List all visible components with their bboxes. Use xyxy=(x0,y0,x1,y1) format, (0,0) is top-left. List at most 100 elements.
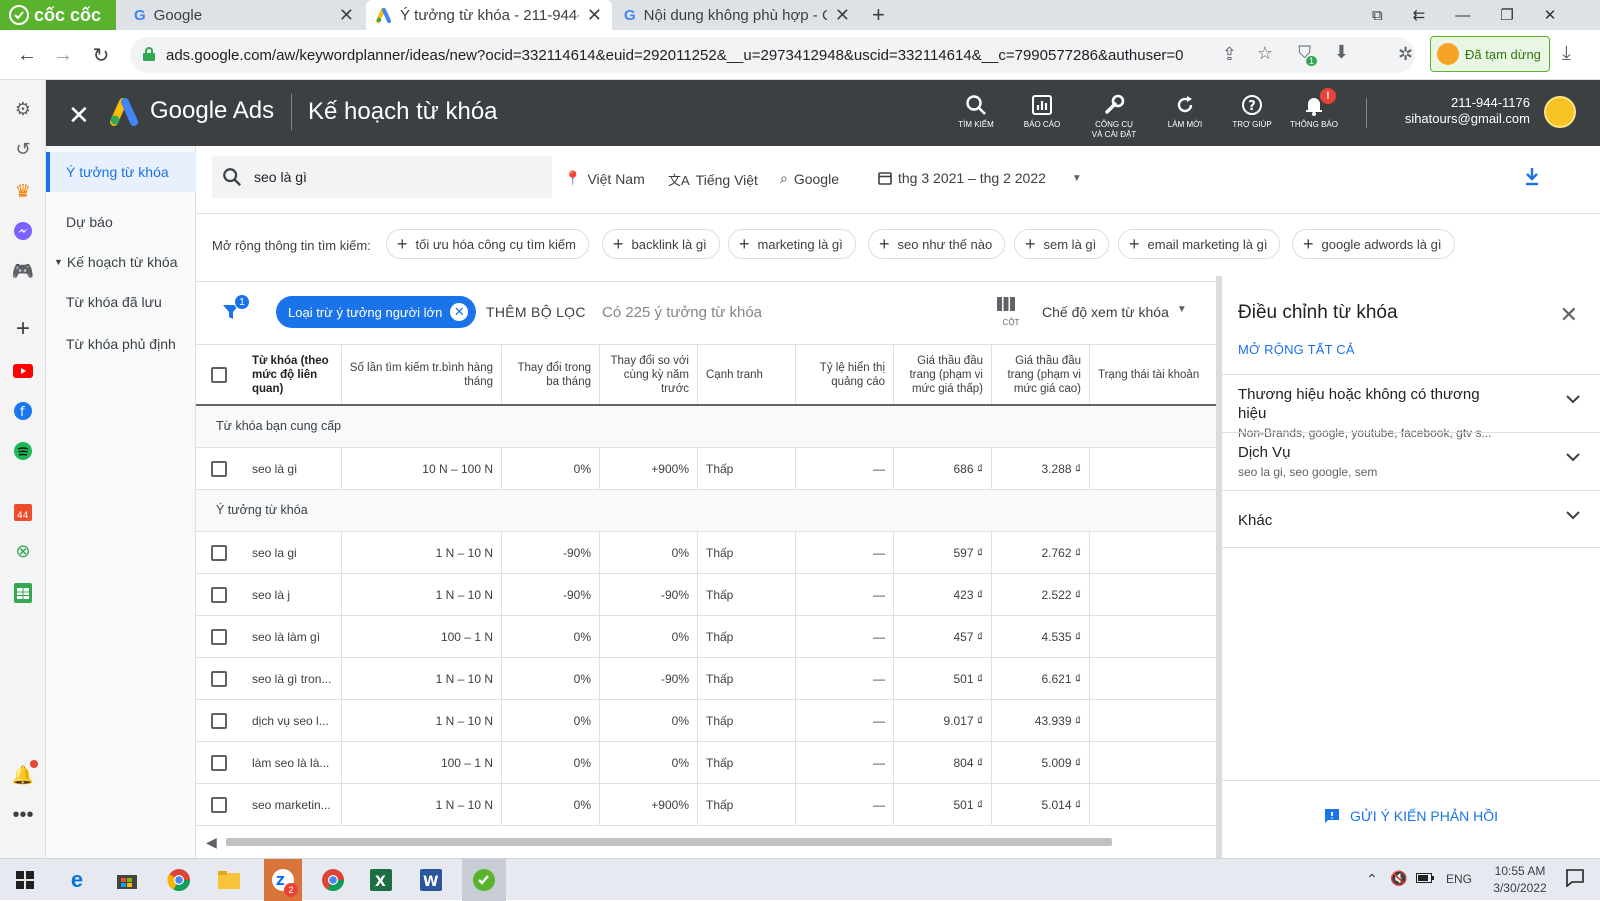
tab-google[interactable]: G Google ✕ xyxy=(124,0,364,30)
youtube-icon[interactable] xyxy=(10,358,36,384)
volume-muted-icon[interactable]: 🔇 xyxy=(1390,870,1407,887)
table-row[interactable]: dịch vụ seo l... 1 N – 10 N 0% 0% Thấp —9.017… xyxy=(196,700,1234,742)
select-all-checkbox[interactable] xyxy=(211,366,227,383)
nav-keyword-ideas[interactable]: Ý tưởng từ khóa xyxy=(46,152,196,192)
chrome-icon[interactable] xyxy=(164,865,194,895)
new-tab-button[interactable]: + xyxy=(862,0,892,30)
google-ads-logo[interactable]: Google Ads xyxy=(108,96,274,126)
adult-exclusion-chip[interactable]: Loại trừ ý tưởng người lớn ✕ xyxy=(276,296,477,328)
table-row[interactable]: seo là gì 10 N – 100 N 0% +900% Thấp —686 ₫ 3.… xyxy=(196,448,1234,490)
col-bid-low[interactable]: Giá thầu đầu trang (phạm vi mức giá thấp… xyxy=(894,345,992,404)
network-selector[interactable]: ⌕ Google xyxy=(780,170,839,187)
broaden-pill[interactable]: + email marketing là gì xyxy=(1118,229,1281,259)
download-button[interactable] xyxy=(1524,166,1540,186)
close-tab-icon[interactable]: ✕ xyxy=(835,5,850,26)
scrollbar-thumb[interactable] xyxy=(226,838,1112,846)
row-checkbox[interactable] xyxy=(211,712,227,729)
broaden-pill[interactable]: + google adwords là gì xyxy=(1292,229,1455,259)
help-tool-button[interactable]: ? TRỢ GIÚP xyxy=(1217,92,1287,130)
star-icon[interactable]: ☆ xyxy=(1257,43,1273,64)
remove-chip-icon[interactable]: ✕ xyxy=(450,303,469,321)
close-tab-icon[interactable]: ✕ xyxy=(587,5,602,26)
edge-icon[interactable]: e xyxy=(62,865,92,895)
refine-group-brand[interactable]: Thương hiệu hoặc không có thương hiệu No… xyxy=(1222,374,1600,440)
cell-keyword[interactable]: seo là j xyxy=(242,574,342,615)
maximize-icon[interactable]: ❐ xyxy=(1500,6,1513,24)
store-icon[interactable] xyxy=(112,865,142,895)
col-three-month-change[interactable]: Thay đổi trong ba tháng xyxy=(502,345,600,404)
download-page-icon[interactable]: ⬇ xyxy=(1334,42,1349,63)
crown-icon[interactable]: ♛ xyxy=(10,178,36,204)
row-checkbox[interactable] xyxy=(211,544,227,561)
battery-icon[interactable] xyxy=(1416,873,1434,883)
col-impression-share[interactable]: Tỷ lệ hiển thị quảng cáo xyxy=(796,345,894,404)
close-panel-button[interactable]: ✕ xyxy=(1560,302,1578,328)
table-row[interactable]: seo là j1 N – 10 N -90% -90% Thấp —423 ₫ 2.52… xyxy=(196,574,1234,616)
send-feedback-button[interactable]: GỬI Ý KIẾN PHẢN HỒI xyxy=(1222,780,1600,850)
close-planner-button[interactable]: ✕ xyxy=(68,100,90,131)
add-icon[interactable]: + xyxy=(10,315,36,342)
game-controller-icon[interactable]: 🎮 xyxy=(10,258,36,284)
col-competition[interactable]: Cạnh tranh xyxy=(698,345,796,404)
share-icon[interactable]: ⇪ xyxy=(1222,44,1237,65)
messenger-icon[interactable] xyxy=(10,218,36,244)
tray-chevron-icon[interactable]: ⌃ xyxy=(1366,871,1378,888)
sheets-icon[interactable] xyxy=(10,580,36,606)
location-selector[interactable]: 📍 Việt Nam xyxy=(564,170,645,187)
reports-tool-button[interactable]: BÁO CÁO xyxy=(1007,92,1077,130)
row-checkbox[interactable] xyxy=(211,586,227,603)
history-icon[interactable]: ↺ xyxy=(10,136,36,162)
nav-saved-keywords[interactable]: Từ khóa đã lưu xyxy=(46,282,196,322)
add-filter-button[interactable]: THÊM BỘ LỌC xyxy=(486,304,586,320)
word-icon[interactable]: W xyxy=(416,865,446,895)
cell-keyword[interactable]: seo là làm gì xyxy=(242,616,342,657)
puzzle-extension-icon[interactable]: ✲ xyxy=(1398,44,1413,65)
facebook-icon[interactable]: f xyxy=(10,398,36,424)
broaden-pill[interactable]: + sem là gì xyxy=(1014,229,1110,259)
tab-keyword-ideas[interactable]: Ý tưởng từ khóa - 211-944-1 ✕ xyxy=(366,0,612,30)
more-icon[interactable]: ••• xyxy=(10,802,36,828)
columns-button[interactable]: CỘT xyxy=(996,296,1026,327)
file-explorer-icon[interactable] xyxy=(214,865,244,895)
refine-group-other[interactable]: Khác xyxy=(1222,490,1600,548)
col-account-status[interactable]: Trạng thái tài khoản xyxy=(1090,345,1234,404)
broaden-pill[interactable]: + seo như thế nào xyxy=(868,229,1006,259)
downloads-icon[interactable]: ⤓ xyxy=(1562,42,1571,65)
minimize-icon[interactable]: — xyxy=(1455,7,1470,24)
settings-icon[interactable]: ⚙ xyxy=(10,96,36,122)
input-language[interactable]: ENG xyxy=(1446,872,1472,886)
coccoc-taskbar-icon[interactable] xyxy=(462,859,506,901)
map-pin-icon[interactable]: ⊗ xyxy=(10,538,36,564)
cell-keyword[interactable]: seo là gì xyxy=(242,448,342,489)
search-tool-button[interactable]: TÌM KIẾM xyxy=(941,92,1011,130)
cell-keyword[interactable]: seo marketin... xyxy=(242,784,342,825)
refresh-tool-button[interactable]: LÀM MỚI xyxy=(1150,92,1220,130)
spotify-icon[interactable] xyxy=(10,438,36,464)
reload-button[interactable]: ↻ xyxy=(86,40,116,70)
account-info[interactable]: 211-944-1176 sihatours@gmail.com xyxy=(1405,95,1530,127)
avatar[interactable] xyxy=(1544,96,1576,128)
nav-forecast[interactable]: Dự báo xyxy=(46,202,196,242)
keyword-search-input[interactable]: seo là gì xyxy=(212,156,552,198)
date-range-selector[interactable]: thg 3 2021 – thg 2 2022 ▼ xyxy=(878,170,1082,186)
clock[interactable]: 10:55 AM 3/30/2022 xyxy=(1482,863,1558,897)
col-keyword[interactable]: Từ khóa (theo mức độ liên quan) xyxy=(242,345,342,404)
tools-settings-button[interactable]: CÔNG CỤ VÀ CÀI ĐẶT xyxy=(1079,92,1149,140)
broaden-pill[interactable]: + tối ưu hóa công cụ tìm kiếm xyxy=(386,229,589,259)
forward-button[interactable]: → xyxy=(48,40,78,70)
language-selector[interactable]: 文A Tiếng Việt xyxy=(668,170,758,189)
cell-keyword[interactable]: dịch vụ seo l... xyxy=(242,700,342,741)
nav-negative-keywords[interactable]: Từ khóa phủ định xyxy=(46,324,196,364)
excel-icon[interactable]: X xyxy=(366,865,396,895)
chrome-profile-icon[interactable] xyxy=(318,865,348,895)
row-checkbox[interactable] xyxy=(211,796,227,813)
screenshot-icon[interactable]: ⧉ xyxy=(1372,7,1383,24)
table-row[interactable]: seo marketin... 1 N – 10 N 0% +900% Thấp —501… xyxy=(196,784,1234,826)
table-row[interactable]: seo là làm gì 100 – 1 N 0% 0% Thấp —457 ₫ 4.53… xyxy=(196,616,1234,658)
cell-keyword[interactable]: seo là gì tron... xyxy=(242,658,342,699)
nav-keyword-plans[interactable]: ▼ Kế hoạch từ khóa xyxy=(46,242,196,282)
expand-all-link[interactable]: MỞ RỘNG TẤT CẢ xyxy=(1238,342,1355,357)
close-tab-icon[interactable]: ✕ xyxy=(339,5,354,26)
table-row[interactable]: seo là gì tron... 1 N – 10 N 0% -90% Thấp —50… xyxy=(196,658,1234,700)
coccoc-brand[interactable]: cốc cốc xyxy=(0,0,116,30)
